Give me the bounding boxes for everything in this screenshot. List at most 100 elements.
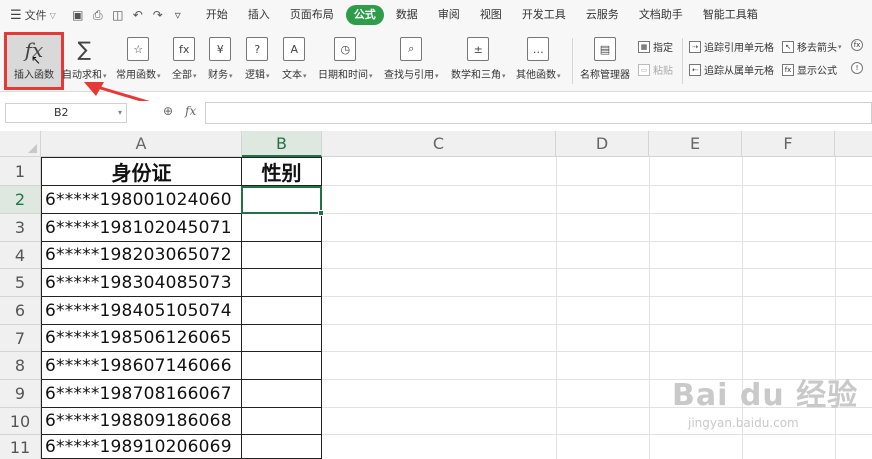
column-header-a[interactable]: A xyxy=(41,131,242,157)
tab-formulas[interactable]: 公式 xyxy=(345,5,384,25)
cell-b1[interactable]: 性别 xyxy=(242,157,322,186)
tab-home[interactable]: 开始 xyxy=(196,5,238,25)
spreadsheet-window: ☰ 文件 ▽ ▣ ⎙ ◫ ↶ ↷ ▿ 开始 插入 页面布局 公式 数据 审阅 视… xyxy=(0,0,872,459)
cell-b5[interactable] xyxy=(242,269,322,297)
row-header-2[interactable]: 2 xyxy=(0,186,41,214)
trace-dependents-button[interactable]: ⇠ 追踪从属单元格 xyxy=(689,62,774,77)
column-header-g[interactable] xyxy=(835,131,872,157)
cell-b3[interactable] xyxy=(242,214,322,242)
table-icon: ▦ xyxy=(638,40,650,53)
hamburger-icon: ☰ xyxy=(10,7,22,23)
evaluate-icon[interactable]: fx xyxy=(851,39,866,51)
name-manager-label: 名称管理器 xyxy=(580,70,630,81)
paste-name-label: 粘贴 xyxy=(653,66,673,77)
row-header-4[interactable]: 4 xyxy=(0,242,41,269)
print-icon[interactable]: ⎙ xyxy=(88,8,108,23)
cell-a2[interactable]: 6*****198001024060 xyxy=(41,186,242,214)
row-header-5[interactable]: 5 xyxy=(0,269,41,297)
row-header-10[interactable]: 10 xyxy=(0,408,41,435)
tab-data[interactable]: 数据 xyxy=(386,5,428,25)
ellipsis-icon: … xyxy=(527,37,550,61)
trace-precedents-button[interactable]: ⇢ 追踪引用单元格 xyxy=(689,39,774,54)
show-formulas-button[interactable]: fx 显示公式 xyxy=(782,62,837,77)
remove-arrows-button[interactable]: ↖ 移去箭头 ▾ xyxy=(782,39,842,54)
text-functions-button[interactable]: A 文本▾ xyxy=(282,34,307,88)
lookup-functions-button[interactable]: ⌕ 查找与引用▾ xyxy=(384,34,439,88)
cell-a9[interactable]: 6*****198708166067 xyxy=(41,380,242,408)
row-header-3[interactable]: 3 xyxy=(0,214,41,242)
watermark-url: jingyan.baidu.com xyxy=(688,416,799,430)
row-header-11[interactable]: 11 xyxy=(0,435,41,459)
tab-developer[interactable]: 开发工具 xyxy=(512,5,576,25)
zoom-magnifier-icon[interactable]: ⊕ xyxy=(163,104,173,118)
cell-b4[interactable] xyxy=(242,242,322,269)
fx-label[interactable]: fx xyxy=(185,104,196,118)
customize-icon[interactable]: ▿ xyxy=(168,8,188,22)
column-header-c[interactable]: C xyxy=(322,131,556,157)
fill-handle[interactable] xyxy=(318,210,324,216)
quick-access-toolbar: ▣ ⎙ ◫ ↶ ↷ ▿ xyxy=(62,0,188,30)
cell-a8[interactable]: 6*****198607146066 xyxy=(41,352,242,380)
paste-name-button[interactable]: ▭ 粘贴 xyxy=(638,62,673,77)
math-functions-button[interactable]: ± 数学和三角▾ xyxy=(451,34,506,88)
name-box[interactable]: B2 ▾ xyxy=(5,103,127,123)
baidu-watermark: Bai du 经验 jingyan.baidu.com xyxy=(672,370,858,430)
logic-functions-label: 逻辑 xyxy=(245,70,265,81)
error-check-icon[interactable]: ! xyxy=(851,62,866,74)
print-preview-icon[interactable]: ◫ xyxy=(108,8,128,22)
cell-b9[interactable] xyxy=(242,380,322,408)
active-cell-selection[interactable] xyxy=(241,186,324,216)
column-header-b[interactable]: B xyxy=(242,131,322,157)
name-manager-button[interactable]: ▤ 名称管理器 xyxy=(580,34,630,88)
ribbon-separator xyxy=(682,38,683,84)
column-header-d[interactable]: D xyxy=(556,131,649,157)
yen-icon: ¥ xyxy=(209,37,232,61)
row-header-8[interactable]: 8 xyxy=(0,352,41,380)
cell-a7[interactable]: 6*****198506126065 xyxy=(41,325,242,352)
chevron-down-icon: ▾ xyxy=(117,108,122,117)
cell-b7[interactable] xyxy=(242,325,322,352)
select-all-corner[interactable] xyxy=(0,131,41,157)
logic-functions-button[interactable]: ? 逻辑▾ xyxy=(245,34,270,88)
tab-doc-assistant[interactable]: 文档助手 xyxy=(629,5,693,25)
cell-a6[interactable]: 6*****198405105074 xyxy=(41,297,242,325)
cell-a5[interactable]: 6*****198304085073 xyxy=(41,269,242,297)
cell-a4[interactable]: 6*****198203065072 xyxy=(41,242,242,269)
other-functions-label: 其他函数 xyxy=(516,70,556,81)
save-icon[interactable]: ▣ xyxy=(68,8,88,22)
cell-a10[interactable]: 6*****198809186068 xyxy=(41,408,242,435)
ribbon-separator xyxy=(572,38,573,84)
tab-view[interactable]: 视图 xyxy=(470,5,512,25)
chevron-down-icon: ▽ xyxy=(49,10,56,20)
cell-a1[interactable]: 身份证 xyxy=(41,157,242,186)
cell-b11[interactable] xyxy=(242,435,322,459)
tab-review[interactable]: 审阅 xyxy=(428,5,470,25)
column-header-f[interactable]: F xyxy=(742,131,835,157)
row-header-6[interactable]: 6 xyxy=(0,297,41,325)
row-header-1[interactable]: 1 xyxy=(0,157,41,186)
row-header-7[interactable]: 7 xyxy=(0,325,41,352)
text-a-icon: A xyxy=(283,37,306,61)
cell-a3[interactable]: 6*****198102045071 xyxy=(41,214,242,242)
tab-page-layout[interactable]: 页面布局 xyxy=(280,5,344,25)
tab-insert[interactable]: 插入 xyxy=(238,5,280,25)
cell-b6[interactable] xyxy=(242,297,322,325)
file-menu[interactable]: ☰ 文件 ▽ xyxy=(0,0,62,30)
column-header-e[interactable]: E xyxy=(649,131,742,157)
cell-b10[interactable] xyxy=(242,408,322,435)
insert-function-button[interactable]: fx ↖ 插入函数 xyxy=(4,32,64,90)
formula-input[interactable] xyxy=(205,102,872,124)
datetime-functions-button[interactable]: ◷ 日期和时间▾ xyxy=(318,34,373,88)
tab-smart-toolbox[interactable]: 智能工具箱 xyxy=(693,5,768,25)
row-header-9[interactable]: 9 xyxy=(0,380,41,408)
cell-a11[interactable]: 6*****198910206069 xyxy=(41,435,242,459)
ribbon-tabs: 开始 插入 页面布局 公式 数据 审阅 视图 开发工具 云服务 文档助手 智能工… xyxy=(196,0,768,30)
redo-icon[interactable]: ↷ xyxy=(148,8,168,22)
tab-cloud[interactable]: 云服务 xyxy=(576,5,629,25)
undo-icon[interactable]: ↶ xyxy=(128,8,148,22)
cell-b8[interactable] xyxy=(242,352,322,380)
sigma-icon: ∑ xyxy=(77,37,91,61)
assign-button[interactable]: ▦ 指定 xyxy=(638,39,673,54)
other-functions-button[interactable]: … 其他函数▾ xyxy=(516,34,561,88)
arrow-remove-icon: ↖ xyxy=(782,40,794,53)
